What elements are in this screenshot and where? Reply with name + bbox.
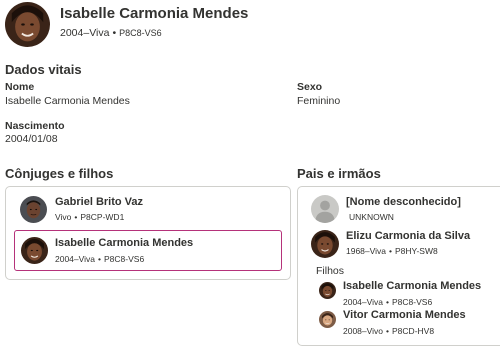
person-avatar bbox=[21, 237, 48, 264]
separator-dot: • bbox=[74, 212, 78, 222]
spouse-row[interactable]: Gabriel Brito Vaz Vivo • P8CP-WD1 bbox=[6, 187, 290, 229]
person-id: P8CD-HV8 bbox=[392, 326, 435, 336]
person-name: Isabelle Carmonia Mendes bbox=[55, 237, 194, 249]
person-name: [Nome desconhecido] bbox=[346, 196, 461, 208]
person-name: Gabriel Brito Vaz bbox=[55, 196, 144, 208]
vitals-title: Dados vitais bbox=[5, 62, 82, 77]
lifespan-text: 2004–Viva bbox=[55, 254, 96, 264]
person-avatar bbox=[319, 282, 336, 299]
birth-label: Nascimento bbox=[5, 120, 65, 132]
person-id: P8HY-SW8 bbox=[395, 246, 438, 256]
person-name: Vitor Carmonia Mendes bbox=[343, 309, 466, 321]
separator-dot: • bbox=[386, 297, 390, 307]
spouses-title: Cônjuges e filhos bbox=[5, 166, 114, 181]
person-id: P8C8-VS6 bbox=[104, 254, 145, 264]
lifespan-text: 2004–Viva bbox=[60, 27, 110, 39]
person-avatar bbox=[5, 2, 50, 47]
person-name: Elizu Carmonia da Silva bbox=[346, 230, 471, 242]
lifespan-text: 2004–Viva bbox=[343, 297, 384, 307]
lifespan-text: 1968–Viva bbox=[346, 246, 387, 256]
person-avatar bbox=[20, 196, 47, 223]
person-meta: 2008–Vivo • P8CD-HV8 bbox=[343, 326, 434, 336]
spouses-card: Gabriel Brito Vaz Vivo • P8CP-WD1 Isabelle… bbox=[5, 186, 291, 280]
person-id: P8CP-WD1 bbox=[80, 212, 125, 222]
page-title: Isabelle Carmonia Mendes bbox=[60, 5, 249, 22]
header-lifespan: 2004–Viva • P8C8-VS6 bbox=[60, 27, 162, 39]
lifespan-text: 2008–Vivo bbox=[343, 326, 384, 336]
person-name: Isabelle Carmonia Mendes bbox=[343, 280, 482, 292]
parent-row[interactable]: [Nome desconhecido] UNKNOWN bbox=[298, 187, 500, 227]
children-label: Filhos bbox=[316, 265, 345, 277]
separator-dot: • bbox=[112, 27, 117, 39]
person-meta: 2004–Viva • P8C8-VS6 bbox=[343, 297, 432, 307]
person-avatar bbox=[311, 230, 339, 258]
person-id: P8C8-VS6 bbox=[119, 28, 162, 38]
person-id: P8C8-VS6 bbox=[392, 297, 433, 307]
sex-label: Sexo bbox=[297, 81, 323, 93]
person-meta: 2004–Viva • P8C8-VS6 bbox=[55, 254, 144, 264]
parent-row[interactable]: Elizu Carmonia da Silva 1968–Viva • P8HY-S… bbox=[298, 227, 500, 263]
sex-value: Feminino bbox=[297, 95, 341, 107]
name-label: Nome bbox=[5, 81, 35, 93]
child-row[interactable]: Vitor Carmonia Mendes 2008–Vivo • P8CD-HV8 bbox=[298, 308, 500, 336]
parents-title: Pais e irmãos bbox=[297, 166, 381, 181]
unknown-person-icon bbox=[311, 195, 339, 223]
separator-dot: • bbox=[386, 326, 390, 336]
separator-dot: • bbox=[98, 254, 102, 264]
separator-dot: • bbox=[389, 246, 393, 256]
selected-person-row[interactable]: Isabelle Carmonia Mendes 2004–Viva • P8C8-… bbox=[14, 230, 282, 271]
parents-card: [Nome desconhecido] UNKNOWN Elizu Carmon… bbox=[297, 186, 500, 346]
birth-value: 2004/01/08 bbox=[5, 133, 58, 145]
person-meta: Vivo • P8CP-WD1 bbox=[55, 212, 124, 222]
name-value: Isabelle Carmonia Mendes bbox=[5, 95, 130, 107]
person-avatar bbox=[319, 311, 336, 328]
person-meta: UNKNOWN bbox=[349, 212, 394, 222]
child-row[interactable]: Isabelle Carmonia Mendes 2004–Viva • P8C8-… bbox=[298, 279, 500, 307]
person-meta: 1968–Viva • P8HY-SW8 bbox=[346, 246, 438, 256]
lifespan-text: Vivo bbox=[55, 212, 72, 222]
